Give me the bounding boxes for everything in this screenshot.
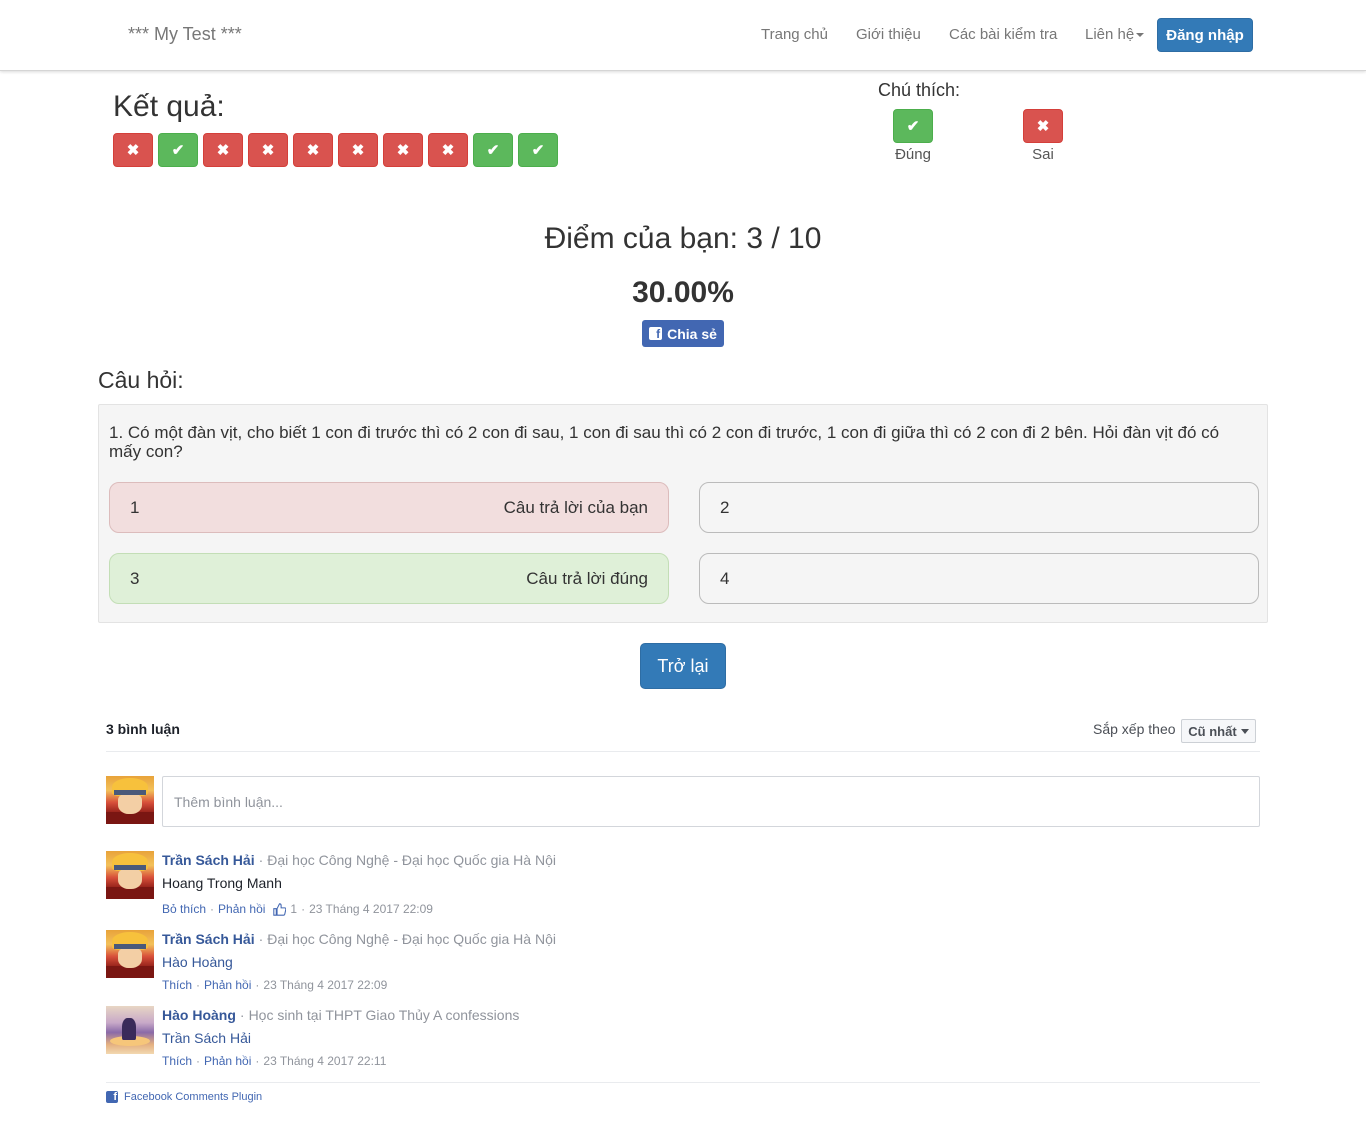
legend-title: Chú thích: [878, 80, 961, 100]
comment-actions: Thích · Phản hồi · 23 Tháng 4 2017 22:09 [162, 978, 388, 992]
result-question-9-check-icon[interactable]: ✔ [473, 133, 513, 167]
answer-value: 2 [720, 497, 730, 517]
comment-time[interactable]: 23 Tháng 4 2017 22:09 [309, 902, 433, 916]
result-question-6-cross-icon[interactable]: ✖ [338, 133, 378, 167]
score-text: Điểm của bạn: 3 / 10 [544, 222, 822, 255]
result-question-5-cross-icon[interactable]: ✖ [293, 133, 333, 167]
question-section-title: Câu hỏi: [98, 367, 184, 393]
result-answer-list: ✖ ✔ ✖ ✖ ✖ ✖ ✖ ✖ ✔ ✔ [113, 133, 558, 167]
answer-option-2[interactable]: 2 [699, 482, 1259, 533]
legend-wrong: ✖ Sai [1023, 109, 1063, 163]
answer-value: 4 [720, 568, 730, 588]
result-question-8-cross-icon[interactable]: ✖ [428, 133, 468, 167]
facebook-icon: f [106, 1091, 118, 1103]
comment-actions: Bỏ thích · Phản hồi 1 · 23 Tháng 4 2017 22… [162, 902, 433, 916]
comment-header: Trần Sách Hải · Đại học Công Nghệ - Đại họ… [162, 931, 556, 947]
result-question-2-check-icon[interactable]: ✔ [158, 133, 198, 167]
sort-dropdown[interactable]: Cũ nhất [1181, 719, 1256, 743]
score-percent: 30.00% [632, 276, 734, 309]
question-text: 1. Có một đàn vịt, cho biết 1 con đi trư… [109, 423, 1220, 461]
cross-icon: ✖ [1023, 109, 1063, 143]
back-button[interactable]: Trở lại [640, 643, 726, 689]
like-button[interactable]: Thích [162, 978, 192, 992]
comment-avatar[interactable] [106, 851, 154, 899]
reply-button[interactable]: Phản hồi [204, 978, 251, 992]
like-count: 1 [290, 902, 298, 916]
comment-header: Trần Sách Hải · Đại học Công Nghệ - Đại họ… [162, 852, 556, 868]
sort-label: Sắp xếp theo [1093, 721, 1176, 737]
result-title: Kết quả: [113, 90, 225, 123]
comment-avatar[interactable] [106, 1006, 154, 1054]
answer-option-1[interactable]: 1 Câu trả lời của bạn [109, 482, 669, 533]
user-avatar [106, 776, 154, 824]
comment-author[interactable]: Trần Sách Hải [162, 852, 255, 868]
facebook-share-button[interactable]: f Chia sẻ [642, 320, 724, 347]
comment-body-mention[interactable]: Hào Hoàng [162, 954, 233, 970]
comment-avatar[interactable] [106, 930, 154, 978]
caret-down-icon [1240, 728, 1249, 734]
comment-body: Hoang Trong Manh [162, 875, 282, 891]
comment-author[interactable]: Hào Hoàng [162, 1007, 236, 1023]
nav-contact-label: Liên hệ [1085, 26, 1135, 43]
facebook-icon: f [649, 327, 663, 340]
reply-button[interactable]: Phản hồi [218, 902, 265, 916]
plugin-label: Facebook Comments Plugin [124, 1091, 263, 1103]
share-label: Chia sẻ [667, 325, 717, 342]
divider [106, 1082, 1260, 1083]
comment-time[interactable]: 23 Tháng 4 2017 22:09 [263, 978, 387, 992]
comment-affiliation: Học sinh tại THPT Giao Thủy A confession… [248, 1007, 520, 1023]
answer-value: 1 [130, 497, 140, 517]
answer-tag: Câu trả lời đúng [526, 568, 648, 588]
comment-body-mention[interactable]: Trần Sách Hải [162, 1030, 251, 1046]
result-question-7-cross-icon[interactable]: ✖ [383, 133, 423, 167]
facebook-comments-plugin-link[interactable]: f Facebook Comments Plugin [106, 1091, 262, 1103]
answer-option-3[interactable]: 3 Câu trả lời đúng [109, 553, 669, 604]
answer-tag: Câu trả lời của bạn [503, 497, 648, 517]
caret-down-icon [1136, 33, 1145, 38]
question-panel: 1. Có một đàn vịt, cho biết 1 con đi trư… [98, 404, 1268, 623]
legend-correct: ✔ Đúng [893, 109, 933, 163]
comment-actions: Thích · Phản hồi · 23 Tháng 4 2017 22:11 [162, 1054, 387, 1068]
like-button[interactable]: Thích [162, 1054, 192, 1068]
comment-author[interactable]: Trần Sách Hải [162, 931, 255, 947]
thumbs-up-icon [273, 902, 287, 916]
answer-option-4[interactable]: 4 [699, 553, 1259, 604]
nav-home[interactable]: Trang chủ [761, 26, 828, 43]
result-question-10-check-icon[interactable]: ✔ [518, 133, 558, 167]
comment-count: 3 bình luận [106, 721, 180, 737]
navbar: *** My Test *** Trang chủ Giới thiệu Các… [0, 0, 1366, 71]
brand[interactable]: *** My Test *** [128, 24, 242, 45]
reply-button[interactable]: Phản hồi [204, 1054, 251, 1068]
nav-tests[interactable]: Các bài kiểm tra [949, 26, 1057, 43]
legend-correct-label: Đúng [895, 146, 931, 163]
result-question-3-cross-icon[interactable]: ✖ [203, 133, 243, 167]
nav-about[interactable]: Giới thiệu [856, 26, 921, 43]
legend-wrong-label: Sai [1032, 146, 1054, 163]
unlike-button[interactable]: Bỏ thích [162, 902, 206, 916]
answer-value: 3 [130, 568, 140, 588]
login-button[interactable]: Đăng nhập [1157, 18, 1253, 52]
comment-time[interactable]: 23 Tháng 4 2017 22:11 [263, 1054, 386, 1068]
result-question-4-cross-icon[interactable]: ✖ [248, 133, 288, 167]
comment-affiliation: Đại học Công Nghệ - Đại học Quốc gia Hà … [267, 852, 556, 868]
check-icon: ✔ [893, 109, 933, 143]
result-question-1-cross-icon[interactable]: ✖ [113, 133, 153, 167]
sort-value: Cũ nhất [1188, 723, 1237, 739]
divider [106, 751, 1260, 752]
comment-affiliation: Đại học Công Nghệ - Đại học Quốc gia Hà … [267, 931, 556, 947]
comment-header: Hào Hoàng · Học sinh tại THPT Giao Thủy A … [162, 1007, 520, 1023]
comment-input[interactable] [162, 776, 1260, 827]
nav-contact-dropdown[interactable]: Liên hệ [1085, 26, 1145, 43]
